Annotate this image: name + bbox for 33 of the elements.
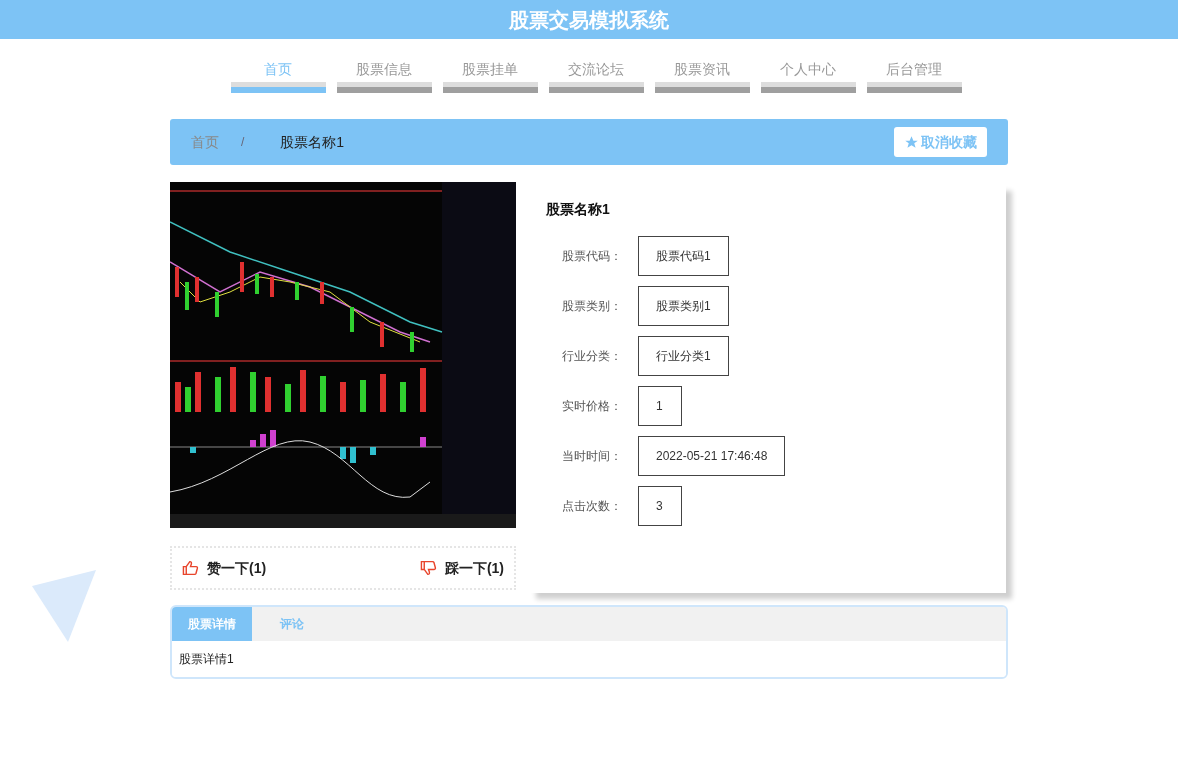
field-label: 行业分类： <box>561 348 622 365</box>
field-label: 股票代码： <box>561 248 622 265</box>
field-label: 实时价格： <box>561 398 622 415</box>
breadcrumb-separator: / <box>241 134 245 151</box>
triangle-decoration <box>32 570 96 642</box>
nav-tab[interactable]: 股票挂单 <box>442 59 538 93</box>
nav-tab[interactable]: 个人中心 <box>760 59 856 93</box>
unfavorite-button[interactable]: 取消收藏 <box>894 127 987 157</box>
field-value: 行业分类1 <box>638 336 729 376</box>
dislike-button[interactable]: 踩一下(1) <box>419 557 504 579</box>
thumbs-up-icon <box>182 560 199 576</box>
field-value: 股票类别1 <box>638 286 729 326</box>
field-label: 当时时间： <box>561 448 622 465</box>
breadcrumb-current: 股票名称1 <box>280 132 345 152</box>
field-value: 3 <box>638 486 682 526</box>
nav-tab[interactable]: 交流论坛 <box>548 59 644 93</box>
field-label: 股票类别： <box>561 298 622 315</box>
stock-name: 股票名称1 <box>546 200 611 219</box>
nav-tab[interactable]: 首页 <box>230 59 326 93</box>
field-value: 2022-05-21 17:46:48 <box>638 436 786 476</box>
field-value: 1 <box>638 386 682 426</box>
field-label: 点击次数： <box>561 498 622 515</box>
detail-tab[interactable]: 股票详情 <box>172 607 252 641</box>
nav-tab[interactable]: 股票资讯 <box>654 59 750 93</box>
site-title: 股票交易模拟系统 <box>509 7 669 33</box>
thumbs-down-icon <box>419 560 437 576</box>
nav-tab[interactable]: 后台管理 <box>866 59 962 93</box>
like-button[interactable]: 赞一下(1) <box>182 557 267 579</box>
field-value: 股票代码1 <box>638 236 729 276</box>
nav-tab[interactable]: 股票信息 <box>336 59 432 93</box>
star-icon <box>904 134 919 150</box>
breadcrumb-link[interactable]: 首页 <box>191 131 219 153</box>
detail-tab[interactable]: 评论 <box>252 607 332 641</box>
